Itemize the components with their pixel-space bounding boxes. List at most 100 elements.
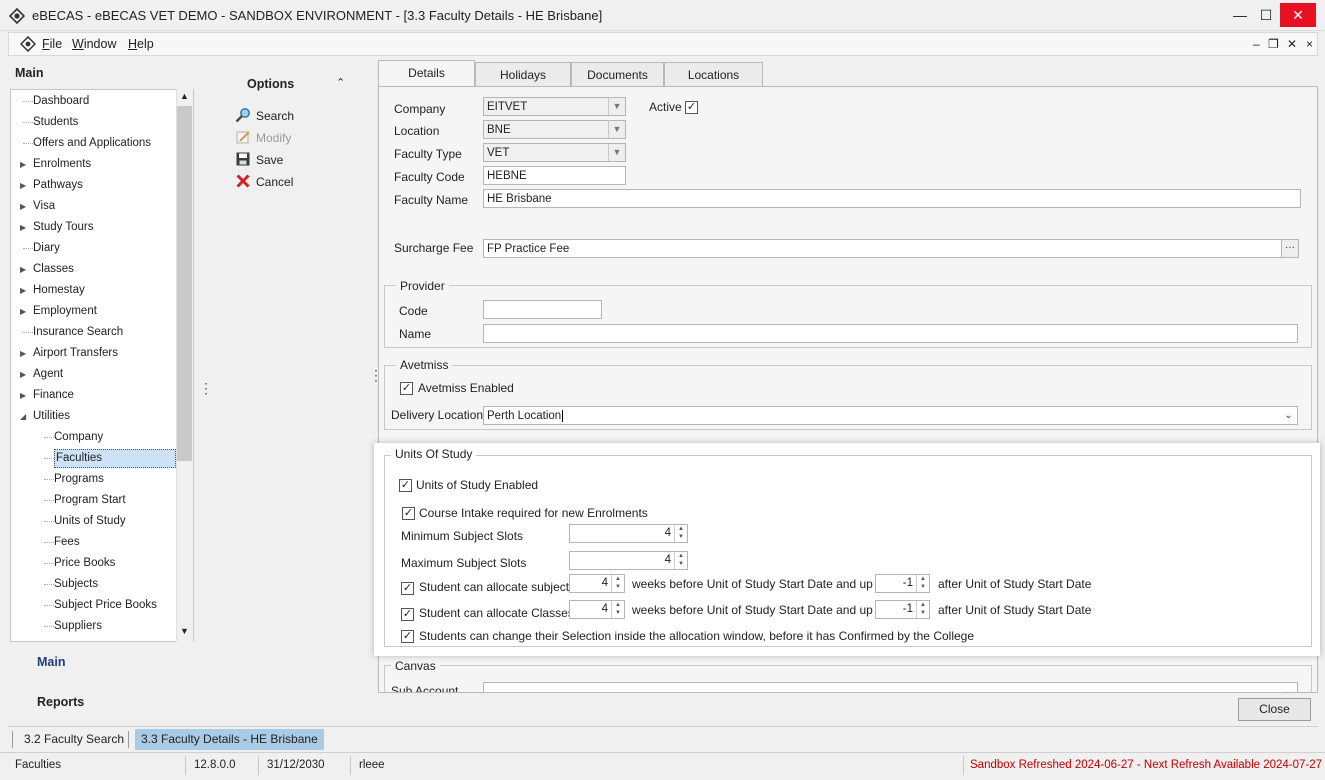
allocate-classes-checkbox[interactable]: ✓ <box>401 608 414 621</box>
chevron-down-icon[interactable]: ⌄ <box>1280 683 1297 692</box>
expanded-arrow-icon[interactable]: ◢ <box>20 406 26 427</box>
sidebar-item[interactable]: Faculties <box>11 448 177 469</box>
sidebar-item[interactable]: ▶ Homestay <box>11 280 177 301</box>
save-icon <box>236 152 250 166</box>
spinner-arrows-icon[interactable]: ▲ ▼ <box>674 552 687 569</box>
expand-arrow-icon[interactable]: ▶ <box>20 343 26 364</box>
sidebar-item[interactable]: ▶ Study Tours <box>11 217 177 238</box>
weeks-before-text: weeks before Unit of Study Start Date an… <box>632 577 887 591</box>
spinner-arrows-icon[interactable]: ▲ ▼ <box>674 525 687 542</box>
sidebar-item[interactable]: Company <box>11 427 177 448</box>
expand-arrow-icon[interactable]: ▶ <box>20 154 26 175</box>
window-tab-faculty-details[interactable]: 3.3 Faculty Details - HE Brisbane <box>135 729 324 750</box>
close-window-button[interactable]: ✕ <box>1280 3 1316 27</box>
scroll-up-icon[interactable]: ▲ <box>180 91 189 101</box>
faculty-type-dropdown[interactable]: VET ▼ <box>483 143 626 162</box>
min-slots-spinner[interactable]: 4 ▲ ▼ <box>569 524 688 543</box>
chevron-down-icon[interactable]: ▼ <box>608 121 625 138</box>
sidebar-item[interactable]: ▶ Visa <box>11 196 177 217</box>
expand-arrow-icon[interactable]: ▶ <box>20 259 26 280</box>
expand-arrow-icon[interactable]: ▶ <box>20 217 26 238</box>
sidebar-item[interactable]: Subjects <box>11 574 177 595</box>
scroll-down-icon[interactable]: ▼ <box>180 626 189 636</box>
window-tab-faculty-search[interactable]: 3.2 Faculty Search <box>18 729 130 750</box>
nav-section-main[interactable]: Main <box>37 655 65 669</box>
sidebar-item[interactable]: ▶ Agent <box>11 364 177 385</box>
expand-arrow-icon[interactable]: ▶ <box>20 385 26 406</box>
provider-name-input[interactable] <box>483 324 1298 343</box>
mdi-minimize-button[interactable]: ‒ <box>1253 37 1260 51</box>
mdi-close-button[interactable]: ✕ <box>1287 37 1297 51</box>
tab-locations[interactable]: Locations <box>664 62 763 87</box>
maximize-button[interactable]: ☐ <box>1248 0 1284 31</box>
company-dropdown[interactable]: EITVET ▼ <box>483 97 626 116</box>
allocate-classes-after-spinner[interactable]: -1 ▲ ▼ <box>875 600 930 619</box>
sidebar-item[interactable]: Students <box>11 112 177 133</box>
avetmiss-enabled-checkbox[interactable]: ✓ <box>400 382 413 395</box>
course-intake-checkbox[interactable]: ✓ <box>402 507 415 520</box>
sidebar-item[interactable]: Diary <box>11 238 177 259</box>
location-dropdown[interactable]: BNE ▼ <box>483 120 626 139</box>
mdi-restore-button[interactable]: ❐ <box>1268 37 1279 51</box>
spinner-arrows-icon[interactable]: ▲ ▼ <box>916 601 929 618</box>
menu-help[interactable]: Help <box>128 37 154 51</box>
mdi-close-all-button[interactable]: × <box>1306 37 1313 51</box>
sidebar-item[interactable]: ▶ Enrolments <box>11 154 177 175</box>
expand-arrow-icon[interactable]: ▶ <box>20 364 26 385</box>
sidebar-item[interactable]: ▶ Pathways <box>11 175 177 196</box>
sub-account-dropdown[interactable]: ⌄ <box>483 682 1298 692</box>
sidebar-item[interactable]: Fees <box>11 532 177 553</box>
status-separator <box>185 756 186 775</box>
sidebar-item[interactable]: Units of Study <box>11 511 177 532</box>
spinner-arrows-icon[interactable]: ▲ ▼ <box>611 601 624 618</box>
expand-arrow-icon[interactable]: ▶ <box>20 196 26 217</box>
sidebar-item[interactable]: ▶ Employment <box>11 301 177 322</box>
faculty-name-input[interactable]: HE Brisbane <box>483 189 1301 208</box>
nav-tree-scroll-thumb[interactable] <box>177 106 192 461</box>
sidebar-item[interactable]: Suppliers <box>11 616 177 637</box>
sidebar-item[interactable]: Offers and Applications <box>11 133 177 154</box>
change-selection-checkbox[interactable]: ✓ <box>401 630 414 643</box>
chevron-down-icon[interactable]: ▼ <box>608 98 625 115</box>
faculty-code-input[interactable]: HEBNE <box>483 166 626 185</box>
surcharge-fee-input[interactable]: FP Practice Fee <box>483 239 1299 258</box>
spinner-arrows-icon[interactable]: ▲ ▼ <box>611 575 624 592</box>
sidebar-item[interactable]: ▶ Finance <box>11 385 177 406</box>
delivery-location-dropdown[interactable]: Perth Location ⌄ <box>483 406 1298 425</box>
splitter-grip-icon[interactable]: ⋮ <box>199 380 213 397</box>
collapse-options-icon[interactable]: ⌃ <box>336 76 345 89</box>
allocate-subjects-after-spinner[interactable]: -1 ▲ ▼ <box>875 574 930 593</box>
tab-documents[interactable]: Documents <box>571 62 664 87</box>
expand-arrow-icon[interactable]: ▶ <box>20 280 26 301</box>
menu-window[interactable]: Window <box>72 37 116 51</box>
sidebar-item[interactable]: Insurance Search <box>11 322 177 343</box>
allocate-subjects-checkbox[interactable]: ✓ <box>401 582 414 595</box>
nav-section-reports[interactable]: Reports <box>37 695 84 709</box>
active-checkbox[interactable]: ✓ <box>685 101 698 114</box>
allocate-classes-weeks-spinner[interactable]: 4 ▲ ▼ <box>569 600 625 619</box>
units-enabled-checkbox[interactable]: ✓ <box>399 479 412 492</box>
sidebar-item[interactable]: Dashboard <box>11 91 177 112</box>
ellipsis-button[interactable]: ··· <box>1281 239 1299 258</box>
sidebar-item[interactable]: Price Books <box>11 553 177 574</box>
allocate-subjects-weeks-spinner[interactable]: 4 ▲ ▼ <box>569 574 625 593</box>
app-menu-icon[interactable] <box>20 36 36 52</box>
sidebar-item[interactable]: ◢ Utilities <box>11 406 177 427</box>
sidebar-item[interactable]: Program Start <box>11 490 177 511</box>
sidebar-item[interactable]: Programs <box>11 469 177 490</box>
chevron-down-icon[interactable]: ⌄ <box>1280 407 1297 424</box>
sidebar-item-label: Employment <box>33 305 97 317</box>
expand-arrow-icon[interactable]: ▶ <box>20 301 26 322</box>
provider-code-input[interactable] <box>483 300 602 319</box>
tab-details[interactable]: Details <box>378 60 475 88</box>
chevron-down-icon[interactable]: ▼ <box>608 144 625 161</box>
close-button[interactable]: Close <box>1238 698 1311 721</box>
menu-file[interactable]: File <box>42 37 62 51</box>
sidebar-item[interactable]: Subject Price Books <box>11 595 177 616</box>
sidebar-item[interactable]: ▶ Classes <box>11 259 177 280</box>
tab-holidays[interactable]: Holidays <box>475 62 571 87</box>
spinner-arrows-icon[interactable]: ▲ ▼ <box>916 575 929 592</box>
max-slots-spinner[interactable]: 4 ▲ ▼ <box>569 551 688 570</box>
expand-arrow-icon[interactable]: ▶ <box>20 175 26 196</box>
sidebar-item[interactable]: ▶ Airport Transfers <box>11 343 177 364</box>
